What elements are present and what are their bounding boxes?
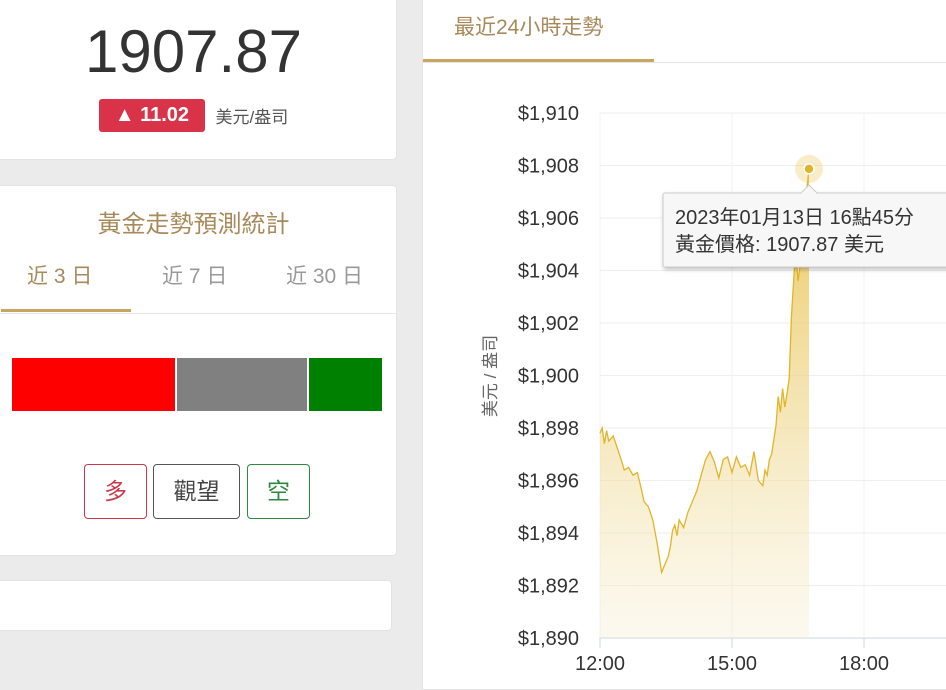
- hover-point[interactable]: [803, 163, 815, 175]
- y-tick-label: $1,906: [518, 208, 579, 230]
- x-tick-label: 12:00: [575, 653, 625, 673]
- y-tick-label: $1,902: [518, 313, 579, 335]
- tooltip-price: 黃金價格: 1907.87 美元: [675, 233, 884, 256]
- tooltip-time: 2023年01月13日 16點45分: [675, 206, 914, 229]
- x-axis-ticks: 12:00 15:00 18:00: [575, 638, 889, 673]
- chart-card: 最近24小時走勢 $1,910 $1,908 $1,906 $1,904 $1,902 $…: [422, 0, 946, 690]
- y-tick-label: $1,900: [518, 366, 579, 388]
- x-tick-label: 18:00: [839, 653, 889, 673]
- x-tick-label: 15:00: [707, 653, 757, 673]
- y-tick-label: $1,890: [518, 628, 579, 650]
- y-tick-label: $1,894: [518, 523, 579, 545]
- y-tick-label: $1,892: [518, 576, 579, 598]
- y-tick-label: $1,898: [518, 418, 579, 440]
- y-tick-label: $1,896: [518, 471, 579, 493]
- y-tick-label: $1,910: [518, 103, 579, 125]
- chart-tooltip: 2023年01月13日 16點45分 黃金價格: 1907.87 美元: [662, 184, 946, 268]
- y-axis-label: 美元 / 盎司: [481, 335, 500, 417]
- y-axis-ticks: $1,910 $1,908 $1,906 $1,904 $1,902 $1,900 $1,8…: [518, 103, 579, 650]
- y-tick-label: $1,908: [518, 156, 579, 178]
- price-chart: $1,910 $1,908 $1,906 $1,904 $1,902 $1,900 $1,8…: [481, 103, 946, 673]
- y-tick-label: $1,904: [518, 261, 579, 283]
